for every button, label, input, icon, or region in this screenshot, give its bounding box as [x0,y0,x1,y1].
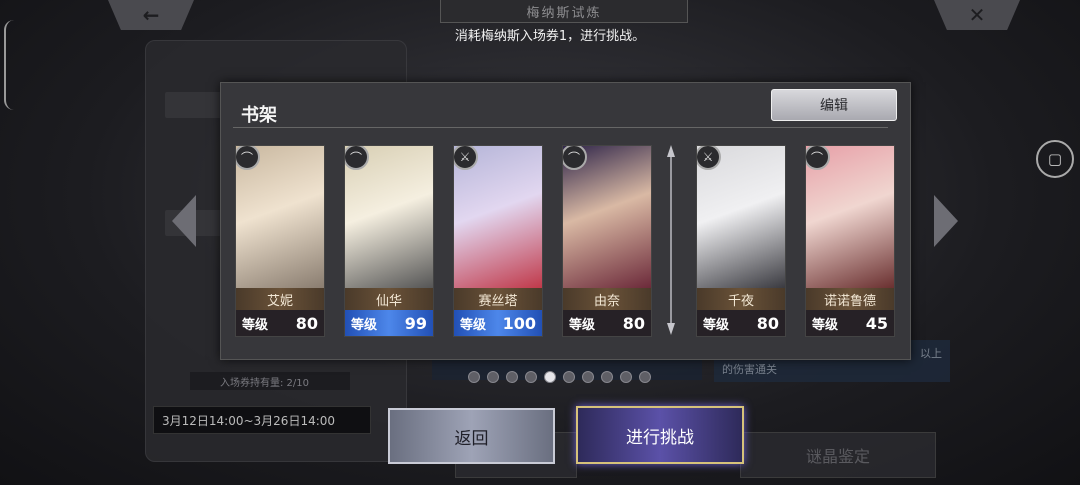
page-dot[interactable] [601,371,613,383]
level-bar: 等级 80 [563,310,651,336]
level-label: 等级 [812,317,839,333]
level-label: 等级 [569,317,596,333]
page-dot[interactable] [544,371,556,383]
page-dot[interactable] [639,371,651,383]
character-card[interactable]: ⌒ 由奈 等级 80 [562,145,652,337]
page-title: 梅纳斯试炼 [440,0,688,23]
edge-decoration [4,20,14,110]
page-dot[interactable] [563,371,575,383]
level-value: 45 [865,313,888,333]
hint-text: 的伤害通关 [722,363,777,376]
edit-button[interactable]: 编辑 [771,89,897,121]
prev-page-arrow-icon[interactable] [172,195,196,247]
level-bar: 等级 80 [236,310,324,336]
character-card[interactable]: ⌒ 仙华 等级 99 [344,145,434,337]
page-dot[interactable] [582,371,594,383]
identify-button: 谜晶鉴定 [740,432,936,478]
character-name: 艾妮 [236,288,324,310]
page-dot[interactable] [506,371,518,383]
back-button[interactable]: 返回 [388,408,555,464]
level-value: 100 [502,313,536,333]
character-name: 仙华 [345,288,433,310]
event-date-range: 3月12日14:00~3月26日14:00 [153,406,371,434]
level-label: 等级 [460,317,487,333]
character-name: 诺诺鲁德 [806,288,894,310]
page-dot[interactable] [468,371,480,383]
character-card[interactable]: ⌒ 艾妮 等级 80 [235,145,325,337]
character-name: 千夜 [697,288,785,310]
character-name: 赛丝塔 [454,288,542,310]
level-bar: 等级 45 [806,310,894,336]
character-card[interactable]: ⚔ 千夜 等级 80 [696,145,786,337]
page-dot[interactable] [487,371,499,383]
helmet-icon[interactable]: ▢ [1036,140,1074,178]
level-bar: 等级 99 [345,310,433,336]
dialog-title: 书架 [241,105,277,126]
level-value: 80 [622,313,645,333]
bookshelf-dialog: 书架 编辑 ⌒ 艾妮 等级 80 ⌒ 仙华 等级 99 ⚔ 赛丝塔 等级 100… [220,82,911,360]
next-page-arrow-icon[interactable] [934,195,958,247]
character-card[interactable]: ⚔ 赛丝塔 等级 100 [453,145,543,337]
page-dot[interactable] [620,371,632,383]
level-bar: 等级 80 [697,310,785,336]
level-label: 等级 [703,317,730,333]
page-indicator [468,371,651,383]
character-name: 由奈 [563,288,651,310]
level-value: 80 [756,313,779,333]
level-bar: 等级 100 [454,310,542,336]
level-label: 等级 [242,317,269,333]
level-value: 99 [404,313,427,333]
challenge-button[interactable]: 进行挑战 [576,406,744,464]
character-card[interactable]: ⌒ 诺诺鲁德 等级 45 [805,145,895,337]
ticket-count: 入场券持有量: 2/10 [190,372,350,390]
page-dot[interactable] [525,371,537,383]
title-divider [233,127,888,128]
reorder-divider-icon [667,145,675,335]
level-label: 等级 [351,317,378,333]
level-value: 80 [295,313,318,333]
